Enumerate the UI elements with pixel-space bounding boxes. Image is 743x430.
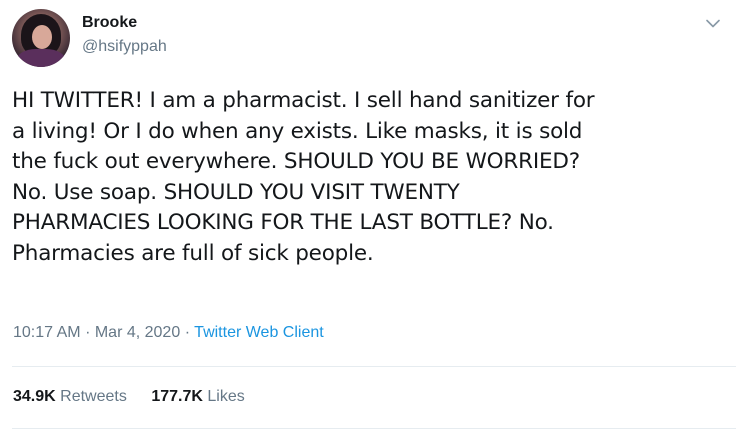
avatar[interactable]: [12, 9, 70, 67]
tweet-menu-button[interactable]: [702, 12, 724, 34]
tweet-meta: 10:17 AM · Mar 4, 2020 · Twitter Web Cli…: [13, 324, 324, 342]
retweets-label: Retweets: [60, 388, 127, 405]
tweet-client-link[interactable]: Twitter Web Client: [194, 324, 324, 341]
retweets-count: 34.9K: [13, 388, 56, 405]
tweet-text: HI TWITTER! I am a pharmacist. I sell ha…: [12, 88, 595, 266]
author-name[interactable]: Brooke: [82, 14, 137, 32]
avatar-face: [32, 25, 52, 49]
chevron-down-icon: [706, 19, 720, 27]
tweet-stats: 34.9K Retweets 177.7K Likes: [13, 388, 245, 406]
meta-separator: ·: [85, 324, 91, 341]
meta-separator: ·: [184, 324, 191, 341]
divider: [12, 428, 736, 429]
divider: [12, 366, 736, 367]
likes-count: 177.7K: [151, 388, 203, 405]
tweet-card: Brooke @hsifyppah HI TWITTER! I am a pha…: [0, 0, 743, 430]
likes-stat[interactable]: 177.7K Likes: [151, 388, 244, 406]
author-handle[interactable]: @hsifyppah: [82, 38, 167, 56]
retweets-stat[interactable]: 34.9K Retweets: [13, 388, 127, 406]
tweet-date[interactable]: Mar 4, 2020: [95, 324, 180, 341]
tweet-time[interactable]: 10:17 AM: [13, 324, 81, 341]
likes-label: Likes: [207, 388, 245, 405]
avatar-body: [16, 49, 66, 67]
